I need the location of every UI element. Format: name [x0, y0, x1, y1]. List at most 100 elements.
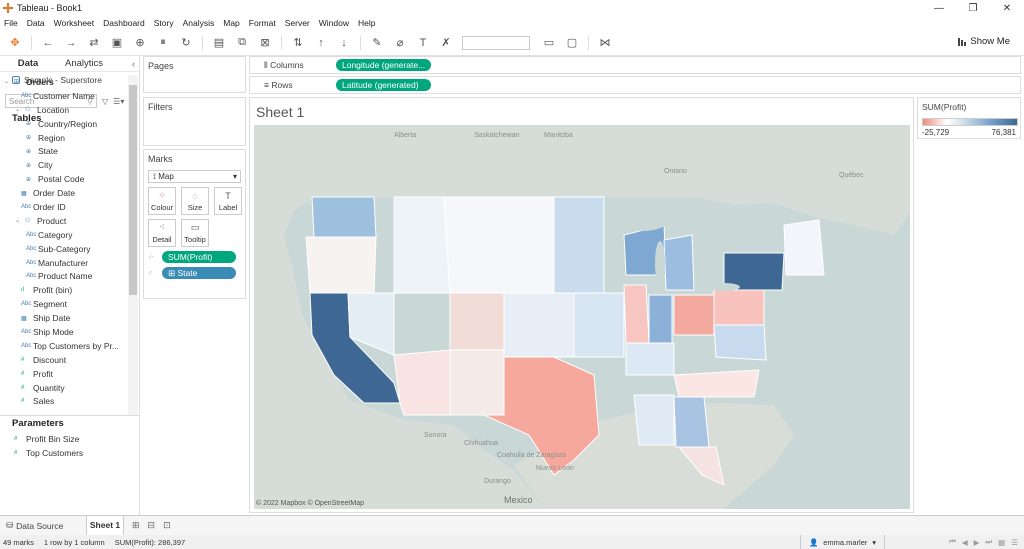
- state-indiana[interactable]: [648, 294, 673, 344]
- new-story-icon[interactable]: ⊡: [163, 520, 171, 531]
- parameter-item[interactable]: # Profit Bin Size: [0, 432, 139, 446]
- tableau-home-icon[interactable]: ✥: [8, 36, 22, 50]
- expand-arrow-icon[interactable]: ⌄: [15, 217, 25, 224]
- tab-data[interactable]: Data: [0, 58, 56, 69]
- refresh-icon[interactable]: ↻: [179, 36, 193, 50]
- field-list-scrollbar[interactable]: [128, 75, 138, 415]
- user-menu[interactable]: 👤 emma.marler ▾: [800, 535, 885, 549]
- state-north-carolina[interactable]: [673, 369, 760, 398]
- rows-shelf[interactable]: ≡ Rows Latitude (generated): [249, 76, 1021, 94]
- state-arizona[interactable]: [393, 349, 451, 416]
- field-item[interactable]: Abc Sub-Category: [0, 242, 128, 256]
- field-item[interactable]: ⊕ Postal Code: [0, 172, 128, 186]
- field-item[interactable]: Abc Segment: [0, 297, 128, 311]
- state-dakotas[interactable]: [443, 196, 555, 294]
- undo-icon[interactable]: ←: [41, 36, 55, 50]
- state-mississippi-alabama[interactable]: [633, 394, 675, 446]
- state-missouri[interactable]: [573, 292, 625, 358]
- field-item[interactable]: ▦ Ship Date: [0, 311, 128, 325]
- state-minnesota[interactable]: [553, 196, 605, 294]
- save-icon[interactable]: ▣: [110, 36, 124, 50]
- fit-dropdown[interactable]: [462, 35, 530, 50]
- prev-sheet-icon[interactable]: ◀: [962, 538, 968, 547]
- color-legend[interactable]: SUM(Profit) -25,729 76,381: [917, 97, 1021, 139]
- state-georgia[interactable]: [673, 396, 710, 448]
- state-virginia[interactable]: [713, 324, 767, 361]
- menu-window[interactable]: Window: [319, 18, 349, 28]
- sort-asc-icon[interactable]: ↑: [314, 36, 328, 50]
- close-button[interactable]: ✕: [990, 0, 1024, 16]
- latitude-pill[interactable]: Latitude (generated): [336, 79, 431, 91]
- state-washington[interactable]: [311, 196, 377, 238]
- collapse-pane-icon[interactable]: ‹: [132, 59, 135, 69]
- state-idaho-montana[interactable]: [393, 196, 451, 294]
- expand-arrow-icon[interactable]: ⌄: [4, 78, 14, 85]
- menu-map[interactable]: Map: [223, 18, 240, 28]
- columns-shelf[interactable]: ⦀ Columns Longitude (generate...: [249, 56, 1021, 74]
- last-sheet-icon[interactable]: ⏭: [985, 537, 992, 547]
- colour-button[interactable]: ⁘ Colour: [148, 187, 176, 215]
- show-cards-icon[interactable]: ▭: [542, 36, 556, 50]
- map-credit[interactable]: © 2022 Mapbox © OpenStreetMap: [256, 500, 364, 507]
- clear-sheet-icon[interactable]: ⊠: [258, 36, 272, 50]
- scroll-thumb[interactable]: [129, 85, 137, 295]
- field-item[interactable]: Abc Order ID: [0, 200, 128, 214]
- size-button[interactable]: ◌ Size: [181, 187, 209, 215]
- presentation-icon[interactable]: ▢: [565, 36, 579, 50]
- field-item[interactable]: ⊕ City: [0, 158, 128, 172]
- first-sheet-icon[interactable]: ⏮: [949, 537, 956, 547]
- parameter-item[interactable]: # Top Customers: [0, 446, 139, 460]
- sort-desc-icon[interactable]: ↓: [337, 36, 351, 50]
- menu-data[interactable]: Data: [27, 18, 45, 28]
- data-source-tab[interactable]: ⛁ Data Source: [0, 520, 86, 531]
- list-view-icon[interactable]: ☰: [1011, 538, 1018, 547]
- state-oregon[interactable]: [305, 236, 377, 294]
- minimize-button[interactable]: —: [922, 0, 956, 16]
- state-ohio[interactable]: [673, 294, 715, 336]
- field-item[interactable]: ⊕ Country/Region: [0, 117, 128, 131]
- state-illinois[interactable]: [623, 284, 650, 344]
- grid-view-icon[interactable]: ▦: [998, 538, 1005, 547]
- group-icon[interactable]: ⌀: [393, 36, 407, 50]
- longitude-pill[interactable]: Longitude (generate...: [336, 59, 431, 71]
- field-item[interactable]: ⌄ ⚇ Product: [0, 214, 128, 228]
- state-new-england[interactable]: [783, 219, 825, 276]
- label-button[interactable]: T Label: [214, 187, 242, 215]
- state-kentucky-tennessee[interactable]: [625, 342, 675, 376]
- field-item[interactable]: ⌄ ⚇ Location: [0, 103, 128, 117]
- menu-file[interactable]: File: [4, 18, 18, 28]
- field-item[interactable]: Abc Top Customers by Pr...: [0, 339, 128, 353]
- menu-server[interactable]: Server: [285, 18, 310, 28]
- pages-card[interactable]: Pages: [143, 56, 246, 93]
- swap-icon[interactable]: ⇅: [291, 36, 305, 50]
- field-item[interactable]: # Discount: [0, 353, 128, 367]
- field-item[interactable]: ⊕ Region: [0, 131, 128, 145]
- sheet-1-tab[interactable]: Sheet 1: [86, 515, 124, 536]
- field-item[interactable]: Abc Category: [0, 228, 128, 242]
- menu-analysis[interactable]: Analysis: [183, 18, 215, 28]
- menu-worksheet[interactable]: Worksheet: [54, 18, 94, 28]
- field-item[interactable]: Abc Ship Mode: [0, 325, 128, 339]
- show-labels-icon[interactable]: T: [416, 36, 430, 50]
- pause-updates-icon[interactable]: ⏸: [156, 36, 170, 50]
- field-item[interactable]: ıl Profit (bin): [0, 283, 128, 297]
- field-item[interactable]: # Quantity: [0, 381, 128, 395]
- new-datasource-icon[interactable]: ⊕: [133, 36, 147, 50]
- field-item[interactable]: ⊕ State: [0, 144, 128, 158]
- maximize-button[interactable]: ❐: [956, 0, 990, 16]
- tab-analytics[interactable]: Analytics: [56, 58, 112, 69]
- menu-story[interactable]: Story: [154, 18, 174, 28]
- menu-format[interactable]: Format: [249, 18, 276, 28]
- sum-profit-pill[interactable]: SUM(Profit): [162, 251, 236, 263]
- state-colorado[interactable]: [449, 292, 505, 351]
- field-item[interactable]: # Sales: [0, 394, 128, 408]
- new-worksheet-icon[interactable]: ⊞: [132, 520, 140, 531]
- show-me-button[interactable]: Show Me: [958, 36, 1010, 47]
- state-new-mexico[interactable]: [449, 349, 505, 416]
- redo-icon[interactable]: →: [64, 36, 78, 50]
- field-item[interactable]: ▦ Order Date: [0, 186, 128, 200]
- state-pennsylvania[interactable]: [713, 289, 765, 326]
- state-kansas-oklahoma[interactable]: [503, 292, 575, 358]
- field-item[interactable]: Abc Product Name: [0, 269, 128, 283]
- menu-dashboard[interactable]: Dashboard: [103, 18, 145, 28]
